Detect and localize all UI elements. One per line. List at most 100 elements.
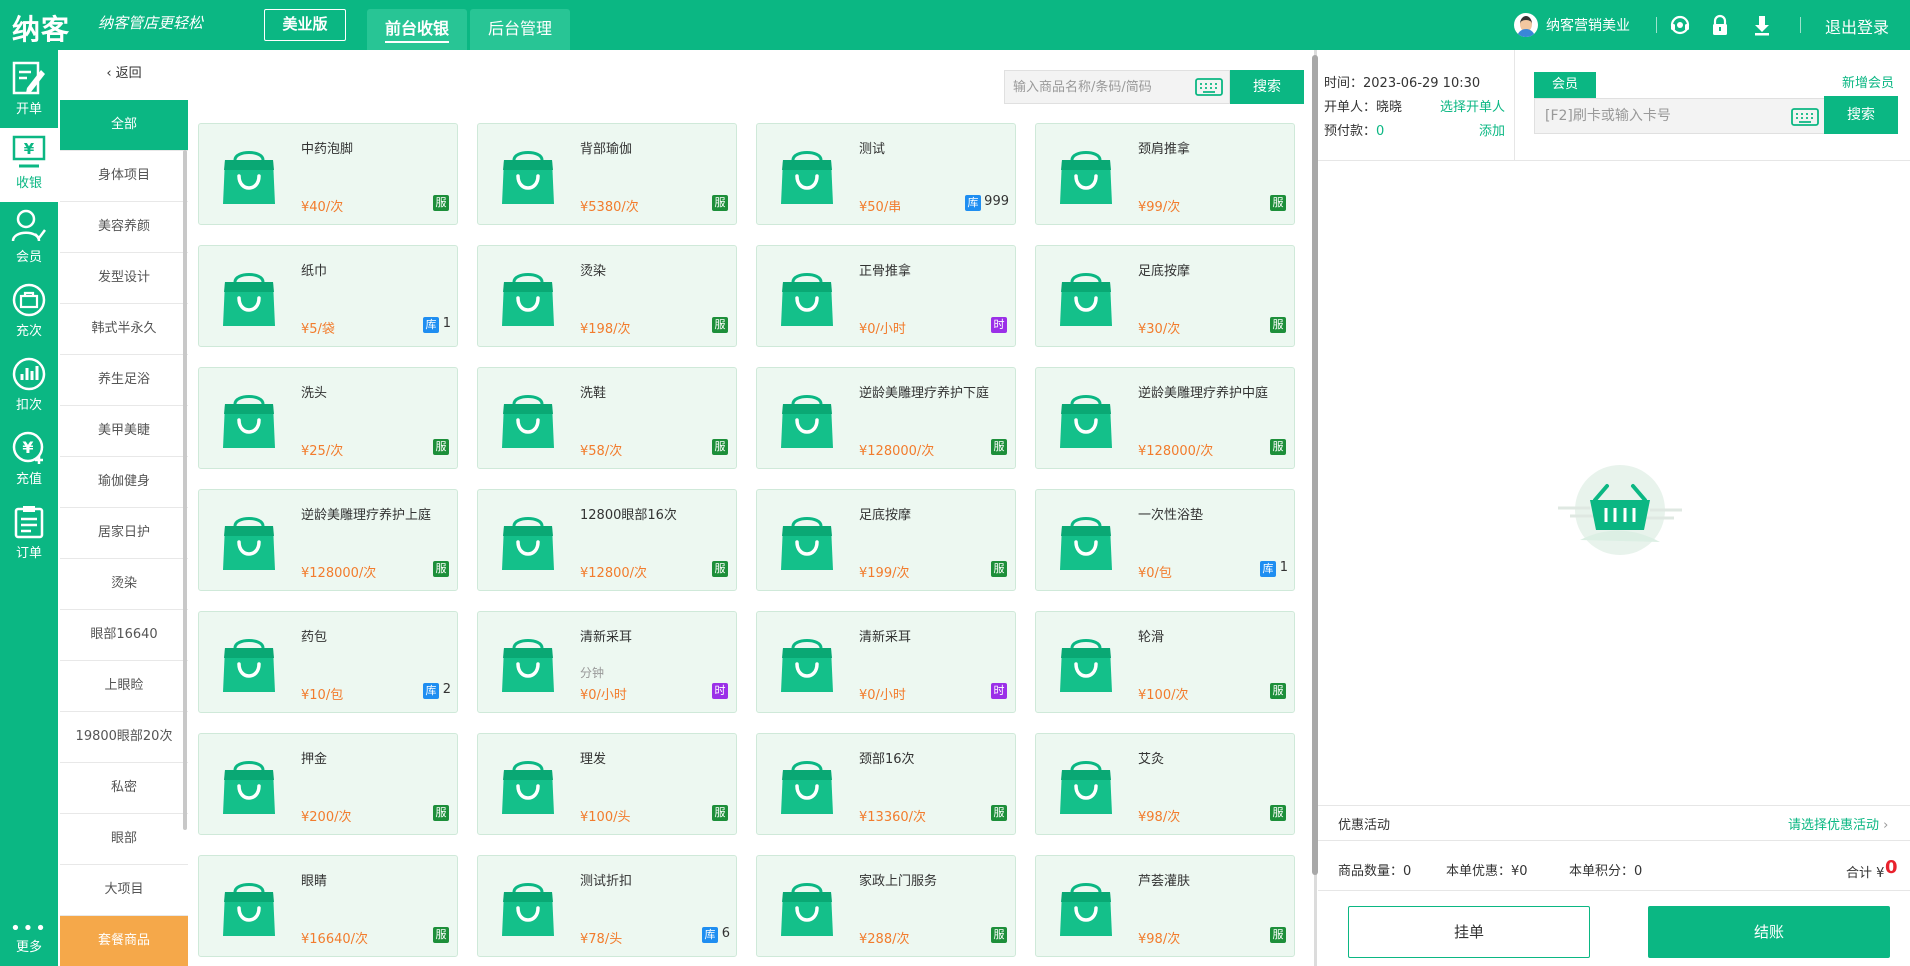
product-card[interactable]: 眼睛 ¥16640/次 服 xyxy=(198,855,458,957)
category-item[interactable]: 韩式半永久 xyxy=(60,304,188,355)
product-card[interactable]: 纸巾 ¥5/袋 库 1 xyxy=(198,245,458,347)
tab-front-cashier[interactable]: 前台收银 xyxy=(367,9,467,50)
product-card[interactable]: 足底按摩 ¥199/次 服 xyxy=(756,489,1016,591)
product-price: ¥200/次 xyxy=(301,810,352,825)
nav-cashier[interactable]: ¥ 收银 xyxy=(0,128,58,202)
shopping-bag-icon xyxy=(1058,512,1114,576)
checkout-button[interactable]: 结账 xyxy=(1648,906,1890,958)
shopping-bag-icon xyxy=(779,268,835,332)
category-item[interactable]: 19800眼部20次 xyxy=(60,712,188,763)
member-icon xyxy=(11,209,46,242)
service-badge: 服 xyxy=(1270,317,1286,333)
category-item[interactable]: 养生足浴 xyxy=(60,355,188,406)
product-price: ¥12800/次 xyxy=(580,566,648,581)
nav-deduct-times[interactable]: 扣次 xyxy=(0,350,58,424)
nav-member[interactable]: 会员 xyxy=(0,202,58,276)
service-badge: 服 xyxy=(991,805,1007,821)
category-item[interactable]: 美容养颜 xyxy=(60,202,188,253)
choose-opener-link[interactable]: 选择开单人 xyxy=(1440,96,1505,115)
nav-recharge[interactable]: ¥ 充值 xyxy=(0,424,58,498)
nav-recharge-times[interactable]: 充次 xyxy=(0,276,58,350)
tab-back-office[interactable]: 后台管理 xyxy=(470,9,570,50)
nav-order[interactable]: 订单 xyxy=(0,498,58,572)
add-prepay-link[interactable]: 添加 xyxy=(1479,120,1505,139)
shopping-bag-icon xyxy=(779,512,835,576)
product-card[interactable]: 艾灸 ¥98/次 服 xyxy=(1035,733,1295,835)
edition-button[interactable]: 美业版 xyxy=(264,9,346,41)
new-member-link[interactable]: 新增会员 xyxy=(1842,72,1894,91)
product-name: 清新采耳 xyxy=(580,630,633,645)
product-card[interactable]: 芦荟灌肤 ¥98/次 服 xyxy=(1035,855,1295,957)
category-item[interactable]: 烫染 xyxy=(60,559,188,610)
category-item[interactable]: 眼部16640 xyxy=(60,610,188,661)
shopping-bag-icon xyxy=(500,512,556,576)
tab-label: 后台管理 xyxy=(487,19,552,38)
category-item[interactable]: 身体项目 xyxy=(60,151,188,202)
product-card[interactable]: 烫染 ¥198/次 服 xyxy=(477,245,737,347)
order-icon xyxy=(14,506,44,539)
product-card[interactable]: 一次性浴垫 ¥0/包 库 1 xyxy=(1035,489,1295,591)
product-card[interactable]: 轮滑 ¥100/次 服 xyxy=(1035,611,1295,713)
member-search-button[interactable]: 搜索 xyxy=(1824,96,1898,134)
product-card[interactable]: 家政上门服务 ¥288/次 服 xyxy=(756,855,1016,957)
shopping-bag-icon xyxy=(1058,146,1114,210)
empty-cart-icon xyxy=(1550,450,1690,574)
product-card[interactable]: 清新采耳 ¥0/小时 时 xyxy=(756,611,1016,713)
keyboard-icon[interactable] xyxy=(1195,78,1223,100)
product-name: 一次性浴垫 xyxy=(1138,508,1204,523)
nav-edit-order[interactable]: 开单 xyxy=(0,54,58,128)
headset-icon[interactable] xyxy=(1668,13,1692,37)
product-card[interactable]: 押金 ¥200/次 服 xyxy=(198,733,458,835)
product-card[interactable]: 逆龄美雕理疗养护中庭 ¥128000/次 服 xyxy=(1035,367,1295,469)
category-item[interactable]: 上眼睑 xyxy=(60,661,188,712)
product-card[interactable]: 测试 ¥50/串 库 999 xyxy=(756,123,1016,225)
divider xyxy=(1514,50,1515,160)
user-menu[interactable]: 纳客营销美业 xyxy=(1514,13,1630,37)
product-card[interactable]: 12800眼部16次 ¥12800/次 服 xyxy=(477,489,737,591)
product-card[interactable]: 逆龄美雕理疗养护下庭 ¥128000/次 服 xyxy=(756,367,1016,469)
download-icon[interactable] xyxy=(1750,13,1774,37)
product-card[interactable]: 逆龄美雕理疗养护上庭 ¥128000/次 服 xyxy=(198,489,458,591)
product-card[interactable]: 洗头 ¥25/次 服 xyxy=(198,367,458,469)
product-price: ¥128000/次 xyxy=(301,566,377,581)
category-item[interactable]: 居家日护 xyxy=(60,508,188,559)
product-card[interactable]: 正骨推拿 ¥0/小时 时 xyxy=(756,245,1016,347)
member-tab[interactable]: 会员 xyxy=(1534,72,1596,98)
hold-order-button[interactable]: 挂单 xyxy=(1348,906,1590,958)
product-card[interactable]: 中药泡脚 ¥40/次 服 xyxy=(198,123,458,225)
shopping-bag-icon xyxy=(221,878,277,942)
product-card[interactable]: 洗鞋 ¥58/次 服 xyxy=(477,367,737,469)
product-card[interactable]: 清新采耳 分钟 ¥0/小时 时 xyxy=(477,611,737,713)
category-item[interactable]: 大项目 xyxy=(60,865,188,916)
category-item[interactable]: 美甲美睫 xyxy=(60,406,188,457)
shopping-bag-icon xyxy=(500,390,556,454)
product-card[interactable]: 颈部16次 ¥13360/次 服 xyxy=(756,733,1016,835)
nav-label: 充次 xyxy=(15,324,42,339)
back-button[interactable]: ‹ 返回 xyxy=(60,62,188,81)
logout-button[interactable]: 退出登录 xyxy=(1825,14,1889,38)
category-package[interactable]: 套餐商品 xyxy=(60,916,188,966)
product-search-input[interactable] xyxy=(1005,71,1183,103)
nav-more[interactable]: ••• 更多 xyxy=(0,920,58,956)
category-item[interactable]: 瑜伽健身 xyxy=(60,457,188,508)
product-card[interactable]: 药包 ¥10/包 库 2 xyxy=(198,611,458,713)
promo-select-link[interactable]: 请选择优惠活动 › xyxy=(1788,814,1888,833)
service-badge: 服 xyxy=(712,195,728,211)
product-card[interactable]: 颈肩推拿 ¥99/次 服 xyxy=(1035,123,1295,225)
product-card[interactable]: 理发 ¥100/头 服 xyxy=(477,733,737,835)
category-scrollbar[interactable] xyxy=(183,150,187,830)
tab-label: 前台收银 xyxy=(384,17,449,43)
member-card-input[interactable] xyxy=(1535,99,1775,133)
category-item[interactable]: 发型设计 xyxy=(60,253,188,304)
product-card[interactable]: 足底按摩 ¥30/次 服 xyxy=(1035,245,1295,347)
keyboard-icon[interactable] xyxy=(1791,108,1819,130)
product-price: ¥0/小时 xyxy=(580,688,627,703)
category-item[interactable]: 私密 xyxy=(60,763,188,814)
product-card[interactable]: 背部瑜伽 ¥5380/次 服 xyxy=(477,123,737,225)
stock-count: 2 xyxy=(442,682,451,697)
lock-icon[interactable] xyxy=(1708,13,1732,37)
product-search-button[interactable]: 搜索 xyxy=(1230,70,1304,104)
product-card[interactable]: 测试折扣 ¥78/头 库 6 xyxy=(477,855,737,957)
category-item[interactable]: 眼部 xyxy=(60,814,188,865)
category-item[interactable]: 全部 xyxy=(60,100,188,151)
